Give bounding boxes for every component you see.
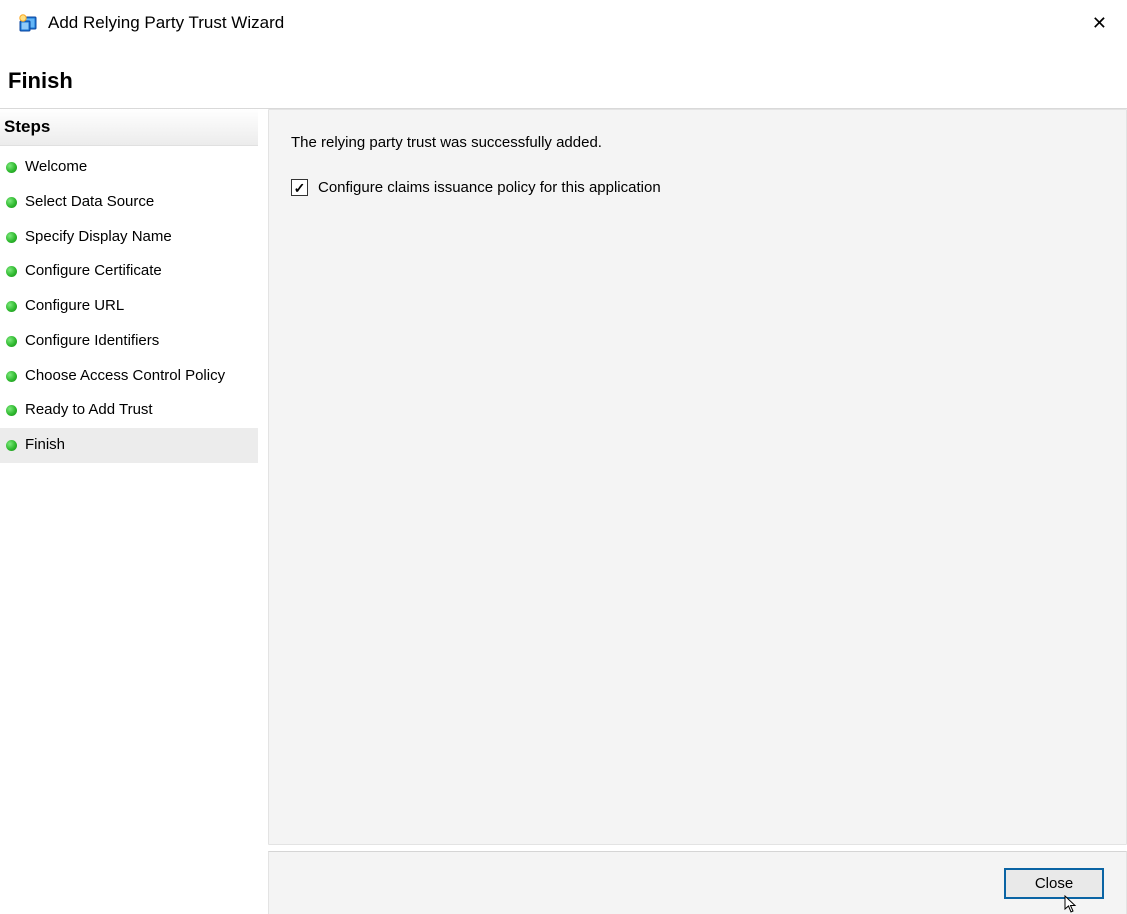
- button-bar: Close: [268, 851, 1127, 914]
- step-choose-access-control-policy[interactable]: Choose Access Control Policy: [0, 359, 258, 394]
- step-configure-identifiers[interactable]: Configure Identifiers: [0, 324, 258, 359]
- success-message: The relying party trust was successfully…: [291, 134, 1104, 151]
- step-configure-certificate[interactable]: Configure Certificate: [0, 254, 258, 289]
- step-bullet-icon: [6, 301, 17, 312]
- step-label: Ready to Add Trust: [25, 401, 153, 420]
- checkmark-icon: ✓: [294, 181, 306, 195]
- steps-header: Steps: [0, 109, 258, 146]
- step-label: Welcome: [25, 158, 87, 177]
- step-specify-display-name[interactable]: Specify Display Name: [0, 220, 258, 255]
- step-ready-to-add-trust[interactable]: Ready to Add Trust: [0, 393, 258, 428]
- content-row: Steps Welcome Select Data Source Specify…: [0, 109, 1127, 914]
- window-title: Add Relying Party Trust Wizard: [48, 13, 284, 33]
- step-select-data-source[interactable]: Select Data Source: [0, 185, 258, 220]
- steps-list: Welcome Select Data Source Specify Displ…: [0, 146, 258, 463]
- step-bullet-icon: [6, 336, 17, 347]
- step-bullet-icon: [6, 232, 17, 243]
- step-configure-url[interactable]: Configure URL: [0, 289, 258, 324]
- step-label: Configure Certificate: [25, 262, 162, 281]
- main-panel: The relying party trust was successfully…: [268, 109, 1127, 845]
- step-bullet-icon: [6, 162, 17, 173]
- checkbox-icon: ✓: [291, 179, 308, 196]
- step-label: Specify Display Name: [25, 228, 172, 247]
- step-welcome[interactable]: Welcome: [0, 150, 258, 185]
- step-label: Configure Identifiers: [25, 332, 159, 351]
- step-bullet-icon: [6, 440, 17, 451]
- step-label: Finish: [25, 436, 65, 455]
- titlebar: Add Relying Party Trust Wizard ✕: [0, 0, 1127, 40]
- close-icon[interactable]: ✕: [1082, 10, 1117, 36]
- step-bullet-icon: [6, 371, 17, 382]
- step-bullet-icon: [6, 266, 17, 277]
- wizard-window: Add Relying Party Trust Wizard ✕ Finish …: [0, 0, 1127, 914]
- checkbox-label: Configure claims issuance policy for thi…: [318, 179, 661, 196]
- step-label: Configure URL: [25, 297, 124, 316]
- steps-sidebar: Steps Welcome Select Data Source Specify…: [0, 109, 258, 914]
- step-bullet-icon: [6, 405, 17, 416]
- main-area: The relying party trust was successfully…: [258, 109, 1127, 914]
- titlebar-left: Add Relying Party Trust Wizard: [18, 13, 284, 33]
- step-label: Select Data Source: [25, 193, 154, 212]
- step-finish[interactable]: Finish: [0, 428, 258, 463]
- configure-claims-checkbox[interactable]: ✓ Configure claims issuance policy for t…: [291, 179, 1104, 196]
- relying-party-wizard-icon: [18, 13, 38, 33]
- page-heading: Finish: [0, 40, 1127, 108]
- step-label: Choose Access Control Policy: [25, 367, 225, 386]
- close-button[interactable]: Close: [1004, 868, 1104, 899]
- step-bullet-icon: [6, 197, 17, 208]
